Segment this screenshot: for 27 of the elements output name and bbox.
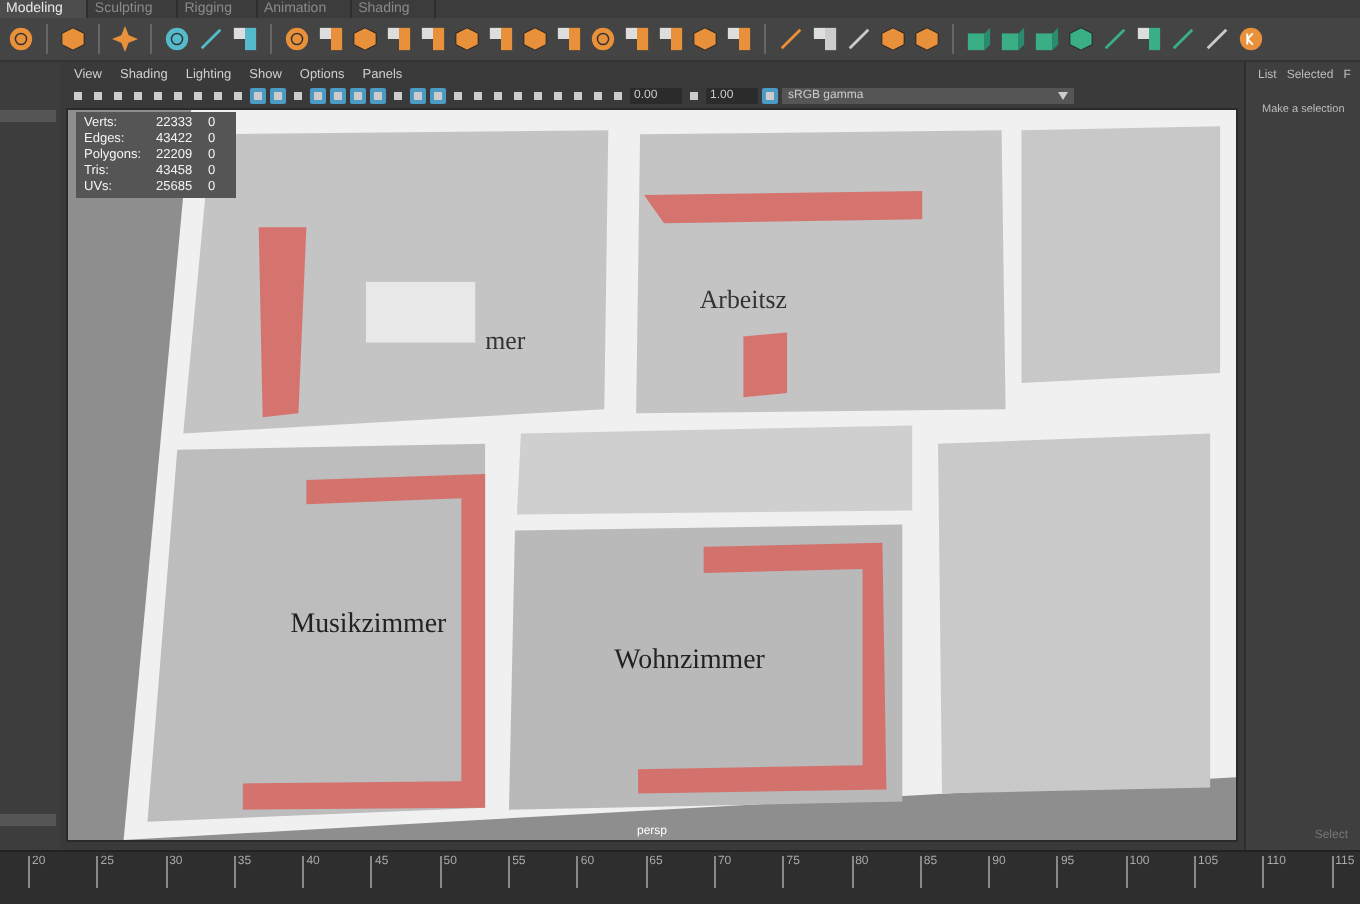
- room-label: mer: [485, 324, 526, 355]
- viewport-tool-icon[interactable]: [686, 88, 702, 104]
- panel-bar: [0, 814, 56, 826]
- caret-icon: [1058, 92, 1068, 100]
- cube-icon[interactable]: [60, 26, 86, 52]
- counter: [743, 332, 788, 398]
- cube-icon[interactable]: [914, 26, 940, 52]
- cube-icon[interactable]: [352, 26, 378, 52]
- cube-icon[interactable]: [880, 26, 906, 52]
- cube-icon[interactable]: [1068, 26, 1094, 52]
- circle-icon[interactable]: [1238, 26, 1264, 52]
- room-label: Musikzimmer: [290, 607, 447, 640]
- sphere-icon[interactable]: [8, 26, 34, 52]
- sphere-icon[interactable]: [164, 26, 190, 52]
- shape-icon[interactable]: [1034, 26, 1060, 52]
- panel-bar: [0, 110, 56, 122]
- shape-icon[interactable]: [1000, 26, 1026, 52]
- sphere-icon[interactable]: [590, 26, 616, 52]
- star-icon[interactable]: [112, 26, 138, 52]
- cube-icon[interactable]: [522, 26, 548, 52]
- sphere-icon[interactable]: [284, 26, 310, 52]
- shape-icon[interactable]: [966, 26, 992, 52]
- room-label: Wohnzimmer: [614, 643, 765, 677]
- table: [365, 281, 476, 343]
- room-label: Arbeitsz: [699, 283, 788, 315]
- cube-icon[interactable]: [454, 26, 480, 52]
- cube-icon[interactable]: [692, 26, 718, 52]
